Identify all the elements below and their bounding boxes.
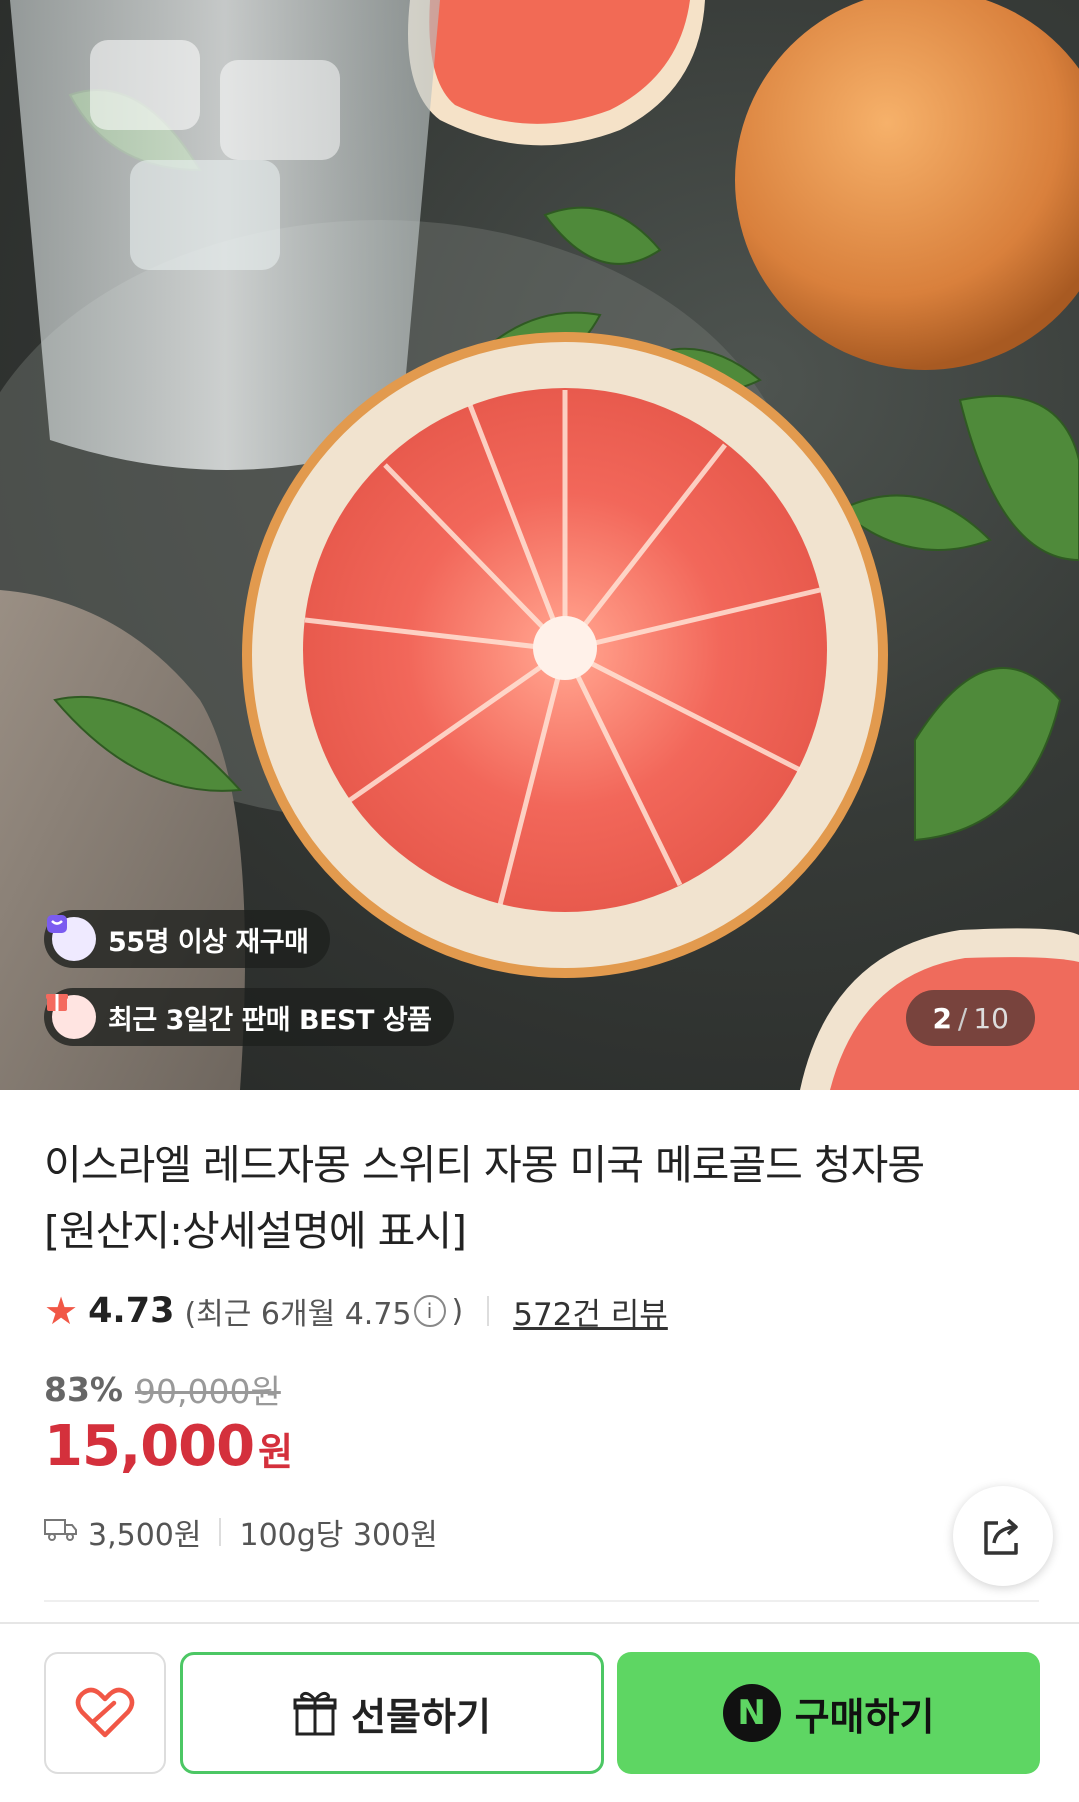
divider — [487, 1296, 490, 1326]
product-title-line2: [원산지:상세설명에 표시] — [44, 1207, 467, 1255]
sale-price-unit: 원 — [258, 1430, 294, 1474]
heart-icon — [75, 1687, 135, 1738]
shipping-fee: 3,500원 — [88, 1518, 202, 1553]
discount-row: 83% 90,000원 — [44, 1365, 281, 1413]
divider — [44, 1600, 1039, 1602]
best-seller-badge: 최근 3일간 판매 BEST 상품 — [44, 988, 454, 1046]
gift-button-label: 선물하기 — [351, 1694, 491, 1739]
rating-recent: (최근 6개월 4.75 — [184, 1297, 412, 1332]
buy-button-label: 구매하기 — [794, 1694, 935, 1739]
reviews-link[interactable]: 572건 리뷰 — [513, 1289, 668, 1334]
product-title: 이스라엘 레드자몽 스위티 자몽 미국 메로골드 청자몽 [원산지:상세설명에 … — [44, 1132, 1004, 1264]
best-seller-badge-label: 최근 3일간 판매 BEST 상품 — [108, 1004, 432, 1036]
buy-button[interactable]: N 구매하기 — [617, 1652, 1040, 1774]
sale-price: 15,000 원 — [44, 1414, 293, 1479]
image-counter: 2 / 10 — [906, 990, 1035, 1046]
product-title-line1: 이스라엘 레드자몽 스위티 자몽 미국 메로골드 청자몽 — [44, 1141, 925, 1189]
gift-button[interactable]: 선물하기 — [180, 1652, 604, 1774]
wishlist-button[interactable] — [44, 1652, 166, 1774]
image-counter-separator: / — [957, 1001, 968, 1035]
shipping-row: 3,500원 100g당 300원 — [44, 1508, 438, 1556]
star-icon: ★ — [44, 1289, 79, 1333]
rebuy-badge-label: 55명 이상 재구매 — [108, 926, 309, 958]
divider — [219, 1518, 222, 1546]
rating-row: ★ 4.73 (최근 6개월 4.75 i ) 572건 리뷰 — [44, 1284, 668, 1338]
rebuy-badge: 55명 이상 재구매 — [44, 910, 331, 968]
image-counter-current: 2 — [932, 1001, 952, 1035]
share-button[interactable] — [953, 1486, 1053, 1586]
product-image-carousel[interactable]: 55명 이상 재구매 최근 3일간 판매 BEST 상품 2 / 10 — [0, 0, 1079, 1090]
unit-price: 100g당 300원 — [239, 1518, 438, 1553]
gift-icon — [46, 994, 96, 1039]
image-counter-total: 10 — [973, 1001, 1009, 1035]
rating-score: 4.73 — [88, 1291, 175, 1331]
rating-recent-close: ) — [451, 1293, 464, 1329]
truck-icon — [44, 1515, 78, 1550]
sale-price-value: 15,000 — [44, 1414, 255, 1479]
shopping-bag-icon — [47, 915, 96, 961]
divider — [0, 1622, 1079, 1624]
info-icon[interactable]: i — [413, 1295, 446, 1327]
original-price: 90,000원 — [135, 1372, 281, 1411]
naver-pay-icon: N — [722, 1684, 781, 1742]
gift-icon — [293, 1691, 337, 1736]
share-icon — [984, 1518, 1018, 1555]
discount-percent: 83% — [44, 1369, 123, 1409]
